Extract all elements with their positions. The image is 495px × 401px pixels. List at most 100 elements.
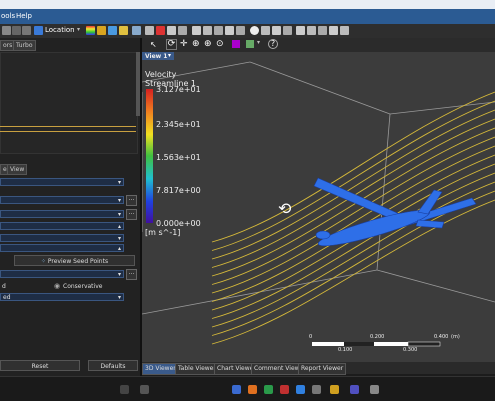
taskbar-app-icon[interactable] [140, 385, 149, 394]
layout-icon[interactable] [246, 40, 254, 48]
calculator-icon[interactable] [296, 26, 305, 35]
view-cube-icon[interactable] [232, 40, 240, 48]
reset-button[interactable]: Reset [0, 360, 80, 371]
zoom-icon[interactable]: ⊕ [192, 39, 200, 49]
tab-table-viewer[interactable]: Table Viewer [175, 363, 219, 375]
pan-icon[interactable]: ✛ [180, 39, 188, 49]
details-panel: ors Turbo e View ▾ ▾ … ▾ … ▴ ▾ ▴ ⁘ Previ… [0, 38, 142, 376]
taskbar-app-icon[interactable] [350, 385, 359, 394]
streamlines [211, 91, 495, 345]
clip-icon[interactable] [167, 26, 176, 35]
legend-variable: Velocity [145, 70, 177, 79]
3d-viewer[interactable]: ⟲ Velocity Streamline 1 3.127e+01 2.345e… [142, 52, 495, 362]
taskbar-app-icon[interactable] [264, 385, 273, 394]
menu-bar: ools Help [0, 9, 495, 24]
legend-tick: 1.563e+01 [156, 153, 201, 162]
tab-view[interactable]: View [7, 164, 28, 175]
rotate-icon[interactable]: ⟳ [166, 39, 177, 50]
legend-icon[interactable] [156, 26, 165, 35]
toolbar-icon[interactable] [22, 26, 31, 35]
legend-color-bar [146, 89, 153, 223]
chevron-down-icon: ▾ [117, 179, 121, 186]
tree-divider [0, 126, 136, 127]
tab-3d-viewer[interactable]: 3D Viewer [142, 363, 179, 375]
taskbar-app-icon[interactable] [248, 385, 257, 394]
settings-icon[interactable] [340, 26, 349, 35]
turbo-icon[interactable] [283, 26, 292, 35]
zoom-box-icon[interactable]: ⊕ [204, 39, 212, 49]
comment-icon[interactable] [225, 26, 234, 35]
menu-tools[interactable]: ools [1, 12, 15, 20]
chart-icon[interactable] [214, 26, 223, 35]
taskbar-app-icon[interactable] [312, 385, 321, 394]
zoom-fit-icon[interactable]: ⊙ [216, 39, 224, 49]
scrollbar[interactable] [136, 52, 140, 116]
scale-unit: (m) [451, 334, 460, 340]
distribution-dropdown[interactable]: ▾ [0, 234, 124, 242]
taskbar-app-icon[interactable] [370, 385, 379, 394]
view-title: View 1 [145, 53, 168, 60]
points-field[interactable]: ▴ [0, 222, 124, 230]
tab-turbo[interactable]: Turbo [13, 40, 36, 51]
chevron-down-icon: ▾ [117, 211, 121, 218]
quick-edit-icon[interactable] [272, 26, 281, 35]
location-menu[interactable]: Location [45, 26, 75, 34]
legend-tick: 7.817e+00 [156, 186, 201, 195]
scale-label: 0 [309, 334, 313, 340]
spinner-icon: ▴ [117, 245, 121, 252]
chevron-down-icon: ▾ [117, 294, 121, 301]
preview-seed-points-button[interactable]: ⁘ Preview Seed Points [14, 255, 135, 266]
contour-icon[interactable] [86, 26, 95, 35]
tab-report-viewer[interactable]: Report Viewer [298, 363, 347, 375]
animation-icon[interactable] [261, 26, 270, 35]
taskbar-app-icon[interactable] [280, 385, 289, 394]
expression-icon[interactable] [192, 26, 201, 35]
taskbar-app-icon[interactable] [120, 385, 129, 394]
chevron-down-icon: ▾ [117, 271, 121, 278]
streamline-icon[interactable] [97, 26, 106, 35]
menu-help[interactable]: Help [16, 12, 32, 20]
more-button[interactable]: … [126, 269, 137, 280]
taskbar-app-icon[interactable] [330, 385, 339, 394]
toolbar-icon[interactable] [12, 26, 21, 35]
legend-tick: 3.127e+01 [156, 85, 201, 94]
chevron-down-icon: ▾ [117, 235, 121, 242]
report-icon[interactable] [236, 26, 245, 35]
more-button[interactable]: … [126, 209, 137, 220]
seed-field[interactable]: ▴ [0, 244, 124, 252]
text-icon[interactable] [145, 26, 154, 35]
streamline [211, 91, 495, 243]
camera-icon[interactable] [178, 26, 187, 35]
outline-tree[interactable] [0, 52, 138, 154]
help-icon[interactable]: ? [268, 39, 278, 49]
timestep-icon[interactable] [250, 26, 259, 35]
toolbar-icon[interactable] [2, 26, 11, 35]
aircraft-model [313, 177, 477, 247]
table-icon[interactable] [203, 26, 212, 35]
volume-icon[interactable] [119, 26, 128, 35]
taskbar [0, 376, 495, 401]
radio-conservative[interactable]: ◉ [54, 282, 60, 290]
scale-label: 0.200 [370, 334, 385, 340]
select-arrow-icon[interactable]: ↖ [150, 40, 157, 49]
isosurface-icon[interactable] [132, 26, 141, 35]
chevron-down-icon[interactable]: ▾ [257, 39, 260, 46]
variable-dropdown[interactable]: ▾ [0, 270, 124, 278]
chevron-down-icon[interactable]: ▾ [77, 26, 80, 33]
save-icon[interactable] [329, 26, 338, 35]
domains-dropdown[interactable]: ▾ [0, 196, 124, 204]
taskbar-app-icon[interactable] [232, 385, 241, 394]
chevron-down-icon[interactable]: ▾ [168, 52, 171, 59]
export-icon[interactable] [318, 26, 327, 35]
taskbar-app-icon[interactable] [296, 385, 305, 394]
viewer-tabs: 3D Viewer Table Viewer Chart Viewer Comm… [142, 362, 495, 375]
window-top-strip [0, 0, 495, 9]
interpolation-dropdown[interactable]: ed ▾ [0, 293, 124, 301]
start-from-dropdown[interactable]: ▾ [0, 210, 124, 218]
vector-icon[interactable] [108, 26, 117, 35]
tree-divider [0, 131, 136, 132]
macro-icon[interactable] [307, 26, 316, 35]
defaults-button[interactable]: Defaults [88, 360, 138, 371]
more-button[interactable]: … [126, 195, 137, 206]
type-dropdown[interactable]: ▾ [0, 178, 124, 186]
